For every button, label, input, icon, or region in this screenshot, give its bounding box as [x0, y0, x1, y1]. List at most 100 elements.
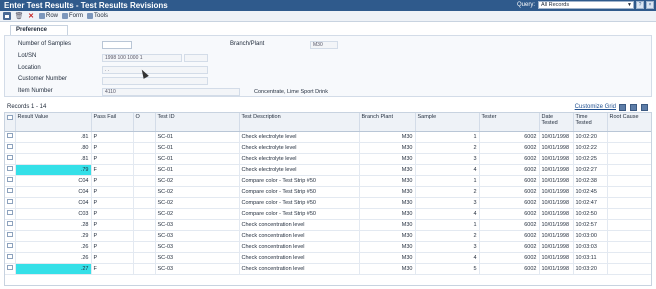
cell-test-id[interactable]: SC-03 — [155, 241, 240, 253]
cell-root-cause[interactable] — [607, 197, 651, 209]
row-select-cell[interactable] — [5, 252, 16, 264]
cell-test-description[interactable]: Check electrolyte level — [239, 153, 360, 165]
cell-o[interactable] — [133, 208, 156, 220]
cell-time-tested[interactable]: 10:02:45 — [573, 186, 608, 198]
cell-result-value[interactable]: .27 — [15, 263, 92, 275]
row-checkbox[interactable] — [7, 221, 13, 226]
cell-sample[interactable]: 3 — [415, 153, 480, 165]
cell-root-cause[interactable] — [607, 208, 651, 220]
cell-time-tested[interactable]: 10:03:03 — [573, 241, 608, 253]
cell-pass-fail[interactable]: P — [91, 241, 134, 253]
cell-test-id[interactable]: SC-02 — [155, 186, 240, 198]
cell-test-description[interactable]: Compare color - Test Strip #50 — [239, 175, 360, 187]
cell-o[interactable] — [133, 197, 156, 209]
close-button[interactable]: × — [646, 1, 654, 9]
cell-tester[interactable]: 6002 — [479, 252, 540, 264]
col-time-tested[interactable]: Time Tested — [573, 113, 608, 132]
cell-root-cause[interactable] — [607, 142, 651, 154]
cell-tester[interactable]: 6002 — [479, 175, 540, 187]
cell-result-value[interactable]: C04 — [15, 186, 92, 198]
cell-root-cause[interactable] — [607, 241, 651, 253]
select-all-checkbox[interactable] — [7, 115, 13, 120]
cell-time-tested[interactable]: 10:02:27 — [573, 164, 608, 176]
cell-o[interactable] — [133, 164, 156, 176]
cell-test-id[interactable]: SC-03 — [155, 252, 240, 264]
cell-branch-plant[interactable]: M30 — [359, 164, 416, 176]
cell-time-tested[interactable]: 10:03:00 — [573, 230, 608, 242]
cell-test-id[interactable]: SC-03 — [155, 263, 240, 275]
table-row[interactable]: .28 P SC-03 Check concentration level M30 1 60… — [5, 219, 651, 231]
cell-branch-plant[interactable]: M30 — [359, 142, 416, 154]
cell-result-value[interactable]: .26 — [15, 241, 92, 253]
branch-plant-field[interactable]: M30 — [310, 41, 338, 49]
col-select[interactable] — [5, 113, 16, 132]
cell-tester[interactable]: 6002 — [479, 131, 540, 143]
cell-time-tested[interactable]: 10:02:22 — [573, 142, 608, 154]
cell-pass-fail[interactable]: P — [91, 175, 134, 187]
cell-test-description[interactable]: Compare color - Test Strip #50 — [239, 197, 360, 209]
cell-root-cause[interactable] — [607, 186, 651, 198]
col-sample[interactable]: Sample — [415, 113, 480, 132]
row-select-cell[interactable] — [5, 153, 16, 165]
cell-sample[interactable]: 4 — [415, 208, 480, 220]
row-checkbox[interactable] — [7, 166, 13, 171]
col-o[interactable]: O — [133, 113, 156, 132]
cell-sample[interactable]: 5 — [415, 263, 480, 275]
cell-pass-fail[interactable]: P — [91, 219, 134, 231]
customize-grid-link[interactable]: Customize Grid — [575, 104, 616, 110]
item-number-field[interactable]: 4110 — [102, 88, 240, 96]
cell-sample[interactable]: 4 — [415, 252, 480, 264]
cell-test-id[interactable]: SC-01 — [155, 142, 240, 154]
cell-date-tested[interactable]: 10/01/1998 — [539, 241, 574, 253]
row-checkbox[interactable] — [7, 232, 13, 237]
cell-result-value[interactable]: C03 — [15, 208, 92, 220]
cell-pass-fail[interactable]: P — [91, 208, 134, 220]
cell-root-cause[interactable] — [607, 252, 651, 264]
row-checkbox[interactable] — [7, 199, 13, 204]
cell-test-description[interactable]: Check concentration level — [239, 219, 360, 231]
table-row[interactable]: .81 P SC-01 Check electrolyte level M30 3 6002… — [5, 153, 651, 165]
lot-sn-extra-field[interactable] — [184, 54, 208, 62]
cell-date-tested[interactable]: 10/01/1998 — [539, 208, 574, 220]
row-checkbox[interactable] — [7, 144, 13, 149]
cell-test-id[interactable]: SC-01 — [155, 164, 240, 176]
cell-result-value[interactable]: .29 — [15, 230, 92, 242]
table-row[interactable]: .26 P SC-03 Check concentration level M30 3 60… — [5, 241, 651, 253]
cell-pass-fail[interactable]: P — [91, 131, 134, 143]
trash-icon[interactable]: 🗑 — [15, 12, 24, 20]
row-select-cell[interactable] — [5, 208, 16, 220]
cell-time-tested[interactable]: 10:03:20 — [573, 263, 608, 275]
cell-test-description[interactable]: Check electrolyte level — [239, 131, 360, 143]
grid-help-icon[interactable] — [641, 104, 648, 111]
cell-pass-fail[interactable]: P — [91, 186, 134, 198]
cell-branch-plant[interactable]: M30 — [359, 153, 416, 165]
cell-time-tested[interactable]: 10:02:38 — [573, 175, 608, 187]
cell-sample[interactable]: 1 — [415, 131, 480, 143]
cell-time-tested[interactable]: 10:02:25 — [573, 153, 608, 165]
tools-menu[interactable]: Tools — [87, 13, 108, 19]
help-button[interactable]: ? — [636, 1, 644, 9]
cell-pass-fail[interactable]: P — [91, 153, 134, 165]
cell-sample[interactable]: 4 — [415, 164, 480, 176]
cell-date-tested[interactable]: 10/01/1998 — [539, 230, 574, 242]
row-select-cell[interactable] — [5, 219, 16, 231]
cell-result-value[interactable]: .79 — [15, 164, 92, 176]
row-menu[interactable]: Row — [39, 13, 58, 19]
table-row[interactable]: .81 P SC-01 Check electrolyte level M30 1 6002… — [5, 131, 651, 143]
cell-root-cause[interactable] — [607, 219, 651, 231]
row-checkbox[interactable] — [7, 265, 13, 270]
cell-test-description[interactable]: Check electrolyte level — [239, 142, 360, 154]
number-of-samples-field[interactable] — [102, 41, 132, 49]
row-checkbox[interactable] — [7, 155, 13, 160]
col-pass-fail[interactable]: Pass Fail — [91, 113, 134, 132]
row-checkbox[interactable] — [7, 210, 13, 215]
lot-sn-field[interactable]: 1998 100 1000 1 — [102, 54, 182, 62]
cell-tester[interactable]: 6002 — [479, 263, 540, 275]
table-row[interactable]: C04 P SC-02 Compare color - Test Strip #50 M… — [5, 175, 651, 187]
cell-result-value[interactable]: .80 — [15, 142, 92, 154]
table-row[interactable]: C04 P SC-02 Compare color - Test Strip #50 M… — [5, 186, 651, 198]
cell-date-tested[interactable]: 10/01/1998 — [539, 142, 574, 154]
cell-root-cause[interactable] — [607, 263, 651, 275]
row-select-cell[interactable] — [5, 197, 16, 209]
col-tester[interactable]: Tester — [479, 113, 540, 132]
